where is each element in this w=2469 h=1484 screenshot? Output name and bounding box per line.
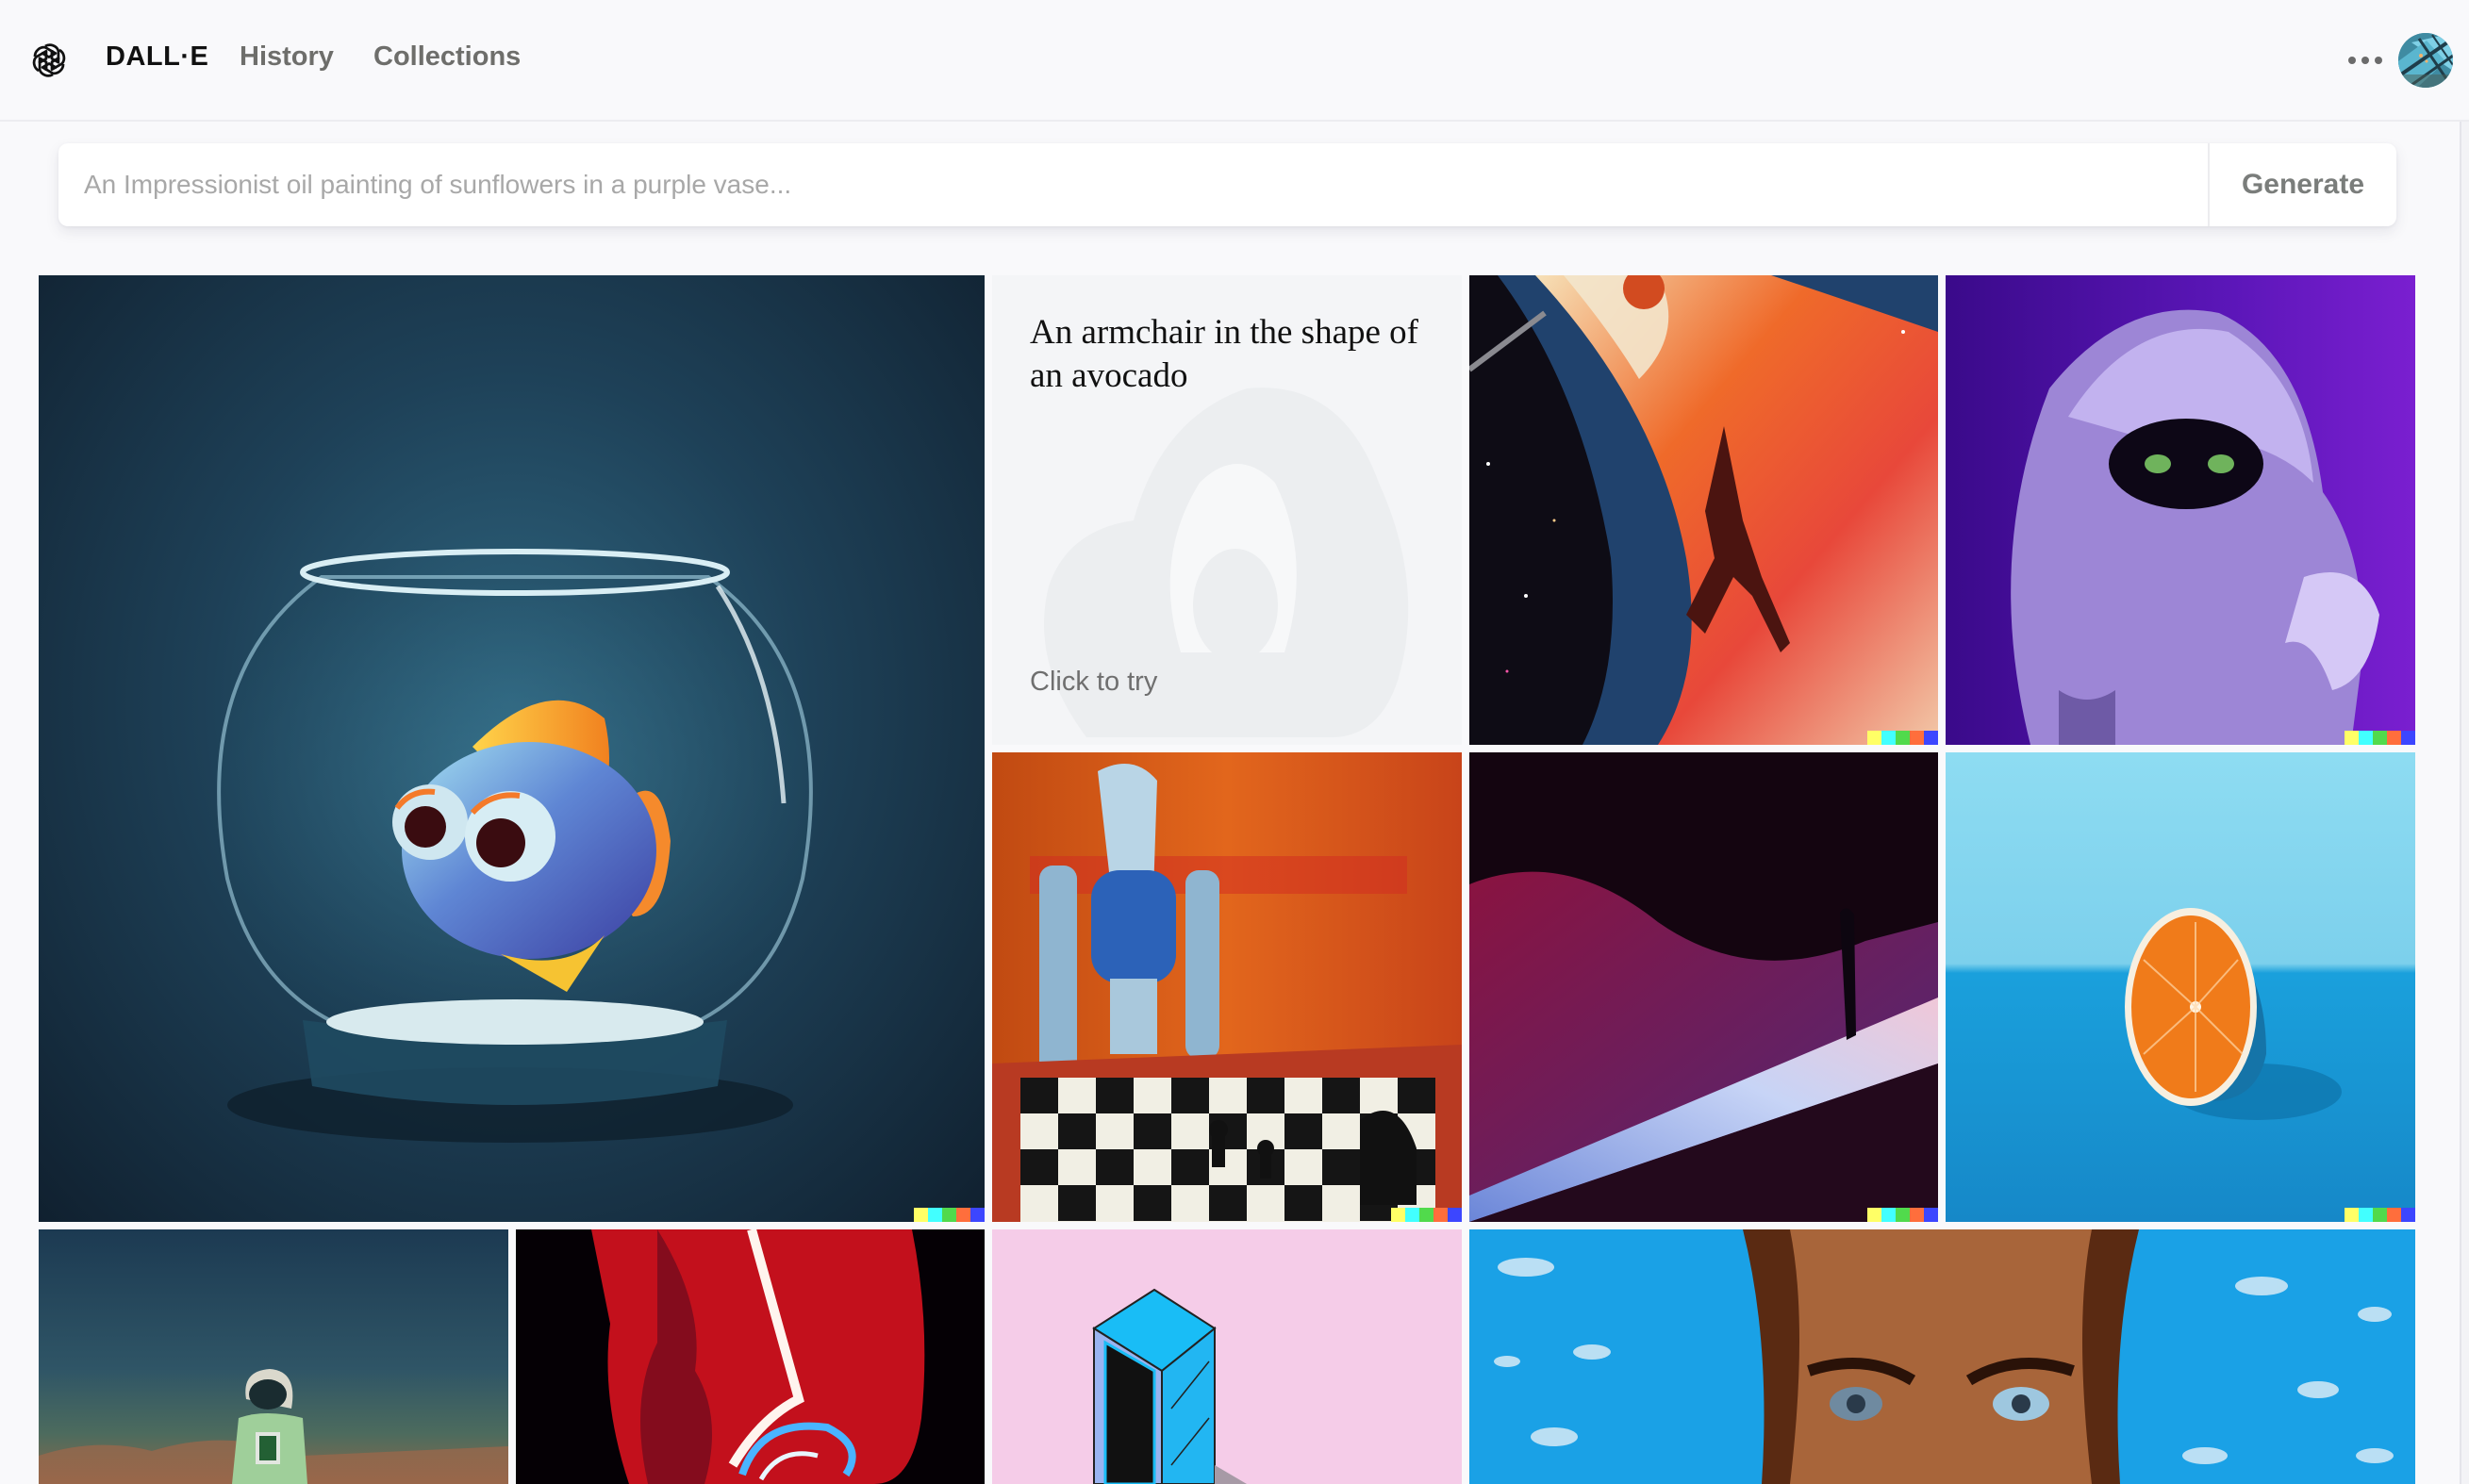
chess-square: [1284, 1185, 1322, 1221]
wm-swatch: [1405, 1208, 1419, 1222]
wm-swatch: [970, 1208, 985, 1222]
avatar-image: [2398, 33, 2453, 88]
dalle-watermark: [1867, 1208, 1938, 1222]
wm-swatch: [928, 1208, 942, 1222]
purple-monster-illustration: [2011, 309, 2379, 745]
wm-swatch: [2345, 731, 2359, 745]
gallery-image-robot-chess[interactable]: [992, 752, 1462, 1222]
wm-swatch: [1910, 1208, 1924, 1222]
wm-swatch: [2387, 731, 2401, 745]
chess-square: [1247, 1078, 1284, 1113]
wm-swatch: [1433, 1208, 1448, 1222]
ellipsis-icon: [2361, 57, 2369, 64]
wm-swatch: [1419, 1208, 1433, 1222]
dalle-watermark: [914, 1208, 985, 1222]
chess-square: [1020, 1078, 1058, 1113]
chess-square: [1322, 1078, 1360, 1113]
openai-logo-icon[interactable]: [28, 40, 70, 81]
wm-swatch: [956, 1208, 970, 1222]
generate-button[interactable]: Generate: [2210, 143, 2396, 226]
robot-chess-illustration: [992, 764, 1462, 1222]
gallery-image-night-dune[interactable]: [1469, 752, 1938, 1222]
wm-swatch: [1910, 731, 1924, 745]
chess-square: [1284, 1113, 1322, 1149]
chess-square: [1398, 1078, 1435, 1113]
page-scrollbar[interactable]: [2460, 122, 2469, 1484]
wm-swatch: [2359, 1208, 2373, 1222]
gallery-image-orange[interactable]: [1946, 752, 2415, 1222]
night-dune-illustration: [1469, 752, 1938, 1222]
fishbowl-illustration: [217, 549, 813, 1143]
gallery-image-isometric-computer[interactable]: [992, 1229, 1462, 1484]
orange-illustration: [2125, 908, 2342, 1120]
prompt-suggestion-card[interactable]: An armchair in the shape of an avocado C…: [992, 275, 1462, 745]
chess-square: [1096, 1149, 1134, 1185]
wm-swatch: [1924, 731, 1938, 745]
wm-swatch: [2401, 1208, 2415, 1222]
user-avatar[interactable]: [2398, 33, 2453, 88]
neon-sculpture-illustration: [591, 1229, 925, 1484]
wm-swatch: [1881, 1208, 1896, 1222]
wm-swatch: [1867, 731, 1881, 745]
chess-square: [1134, 1185, 1171, 1221]
chess-square: [1171, 1078, 1209, 1113]
chess-square: [1134, 1113, 1171, 1149]
gallery-image-fishbowl[interactable]: [39, 275, 985, 1222]
prompt-input[interactable]: [58, 143, 2208, 226]
wm-swatch: [2401, 731, 2415, 745]
wm-swatch: [1881, 731, 1896, 745]
dalle-watermark: [2345, 1208, 2415, 1222]
dalle-watermark: [2345, 731, 2415, 745]
gallery-image-painted-portrait[interactable]: [1469, 1229, 2415, 1484]
gallery-image-neon-sculpture[interactable]: [516, 1229, 985, 1484]
wm-swatch: [1391, 1208, 1405, 1222]
painted-portrait-illustration: [1494, 1229, 2394, 1484]
dalle-watermark: [1867, 731, 1938, 745]
chess-square: [1020, 1149, 1058, 1185]
wm-swatch: [1896, 731, 1910, 745]
wm-swatch: [2373, 1208, 2387, 1222]
wm-swatch: [2373, 731, 2387, 745]
ellipsis-icon: [2375, 57, 2382, 64]
space-basketball-illustration: [1469, 275, 1938, 745]
astronaut-illustration: [39, 1369, 508, 1484]
wm-swatch: [1867, 1208, 1881, 1222]
wm-swatch: [2359, 731, 2373, 745]
wm-swatch: [2345, 1208, 2359, 1222]
prompt-bar: Generate: [58, 143, 2396, 226]
more-options-button[interactable]: [2348, 49, 2382, 72]
ellipsis-icon: [2348, 57, 2356, 64]
chess-square: [1058, 1113, 1096, 1149]
top-nav-bar: DALL·E History Collections: [0, 0, 2469, 122]
nav-history[interactable]: History: [240, 41, 334, 73]
wm-swatch: [1924, 1208, 1938, 1222]
wm-swatch: [942, 1208, 956, 1222]
chess-square: [1209, 1185, 1247, 1221]
chess-square: [1058, 1185, 1096, 1221]
gallery-image-astronaut[interactable]: [39, 1229, 508, 1484]
wm-swatch: [914, 1208, 928, 1222]
wm-swatch: [1448, 1208, 1462, 1222]
brand-link[interactable]: DALL·E: [106, 41, 208, 73]
chess-square: [1096, 1078, 1134, 1113]
dalle-watermark: [1391, 1208, 1462, 1222]
gallery-image-purple-monster[interactable]: [1946, 275, 2415, 745]
wm-swatch: [2387, 1208, 2401, 1222]
gallery-image-space-basketball[interactable]: [1469, 275, 1938, 745]
prompt-card-cta[interactable]: Click to try: [1030, 667, 1157, 698]
isometric-computer-illustration: [1092, 1288, 1247, 1484]
nav-collections[interactable]: Collections: [373, 41, 521, 73]
wm-swatch: [1896, 1208, 1910, 1222]
chess-square: [1322, 1149, 1360, 1185]
prompt-card-title: An armchair in the shape of an avocado: [1030, 313, 1418, 395]
chess-square: [1171, 1149, 1209, 1185]
